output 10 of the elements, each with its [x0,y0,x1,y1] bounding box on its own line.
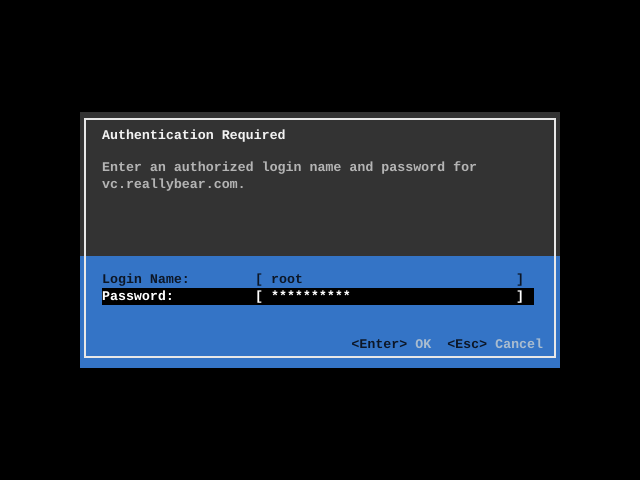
key-action-button[interactable]: <Enter> OK [351,336,432,353]
input-field[interactable]: [ ********** ] [255,288,534,305]
dialog-title: Authentication Required [102,128,286,143]
key-action-button[interactable]: <Esc> Cancel [447,336,543,353]
field-row[interactable]: Login Name: [ root ] [102,271,534,288]
input-field[interactable]: [ root ] [255,271,534,288]
field-row[interactable]: Password: [ ********** ] [102,288,534,305]
field-label: Login Name: [102,271,191,288]
message-text: Enter an authorized login name and password for vc.reallybear.com. [102,159,478,193]
field-label: Password: [102,288,175,305]
